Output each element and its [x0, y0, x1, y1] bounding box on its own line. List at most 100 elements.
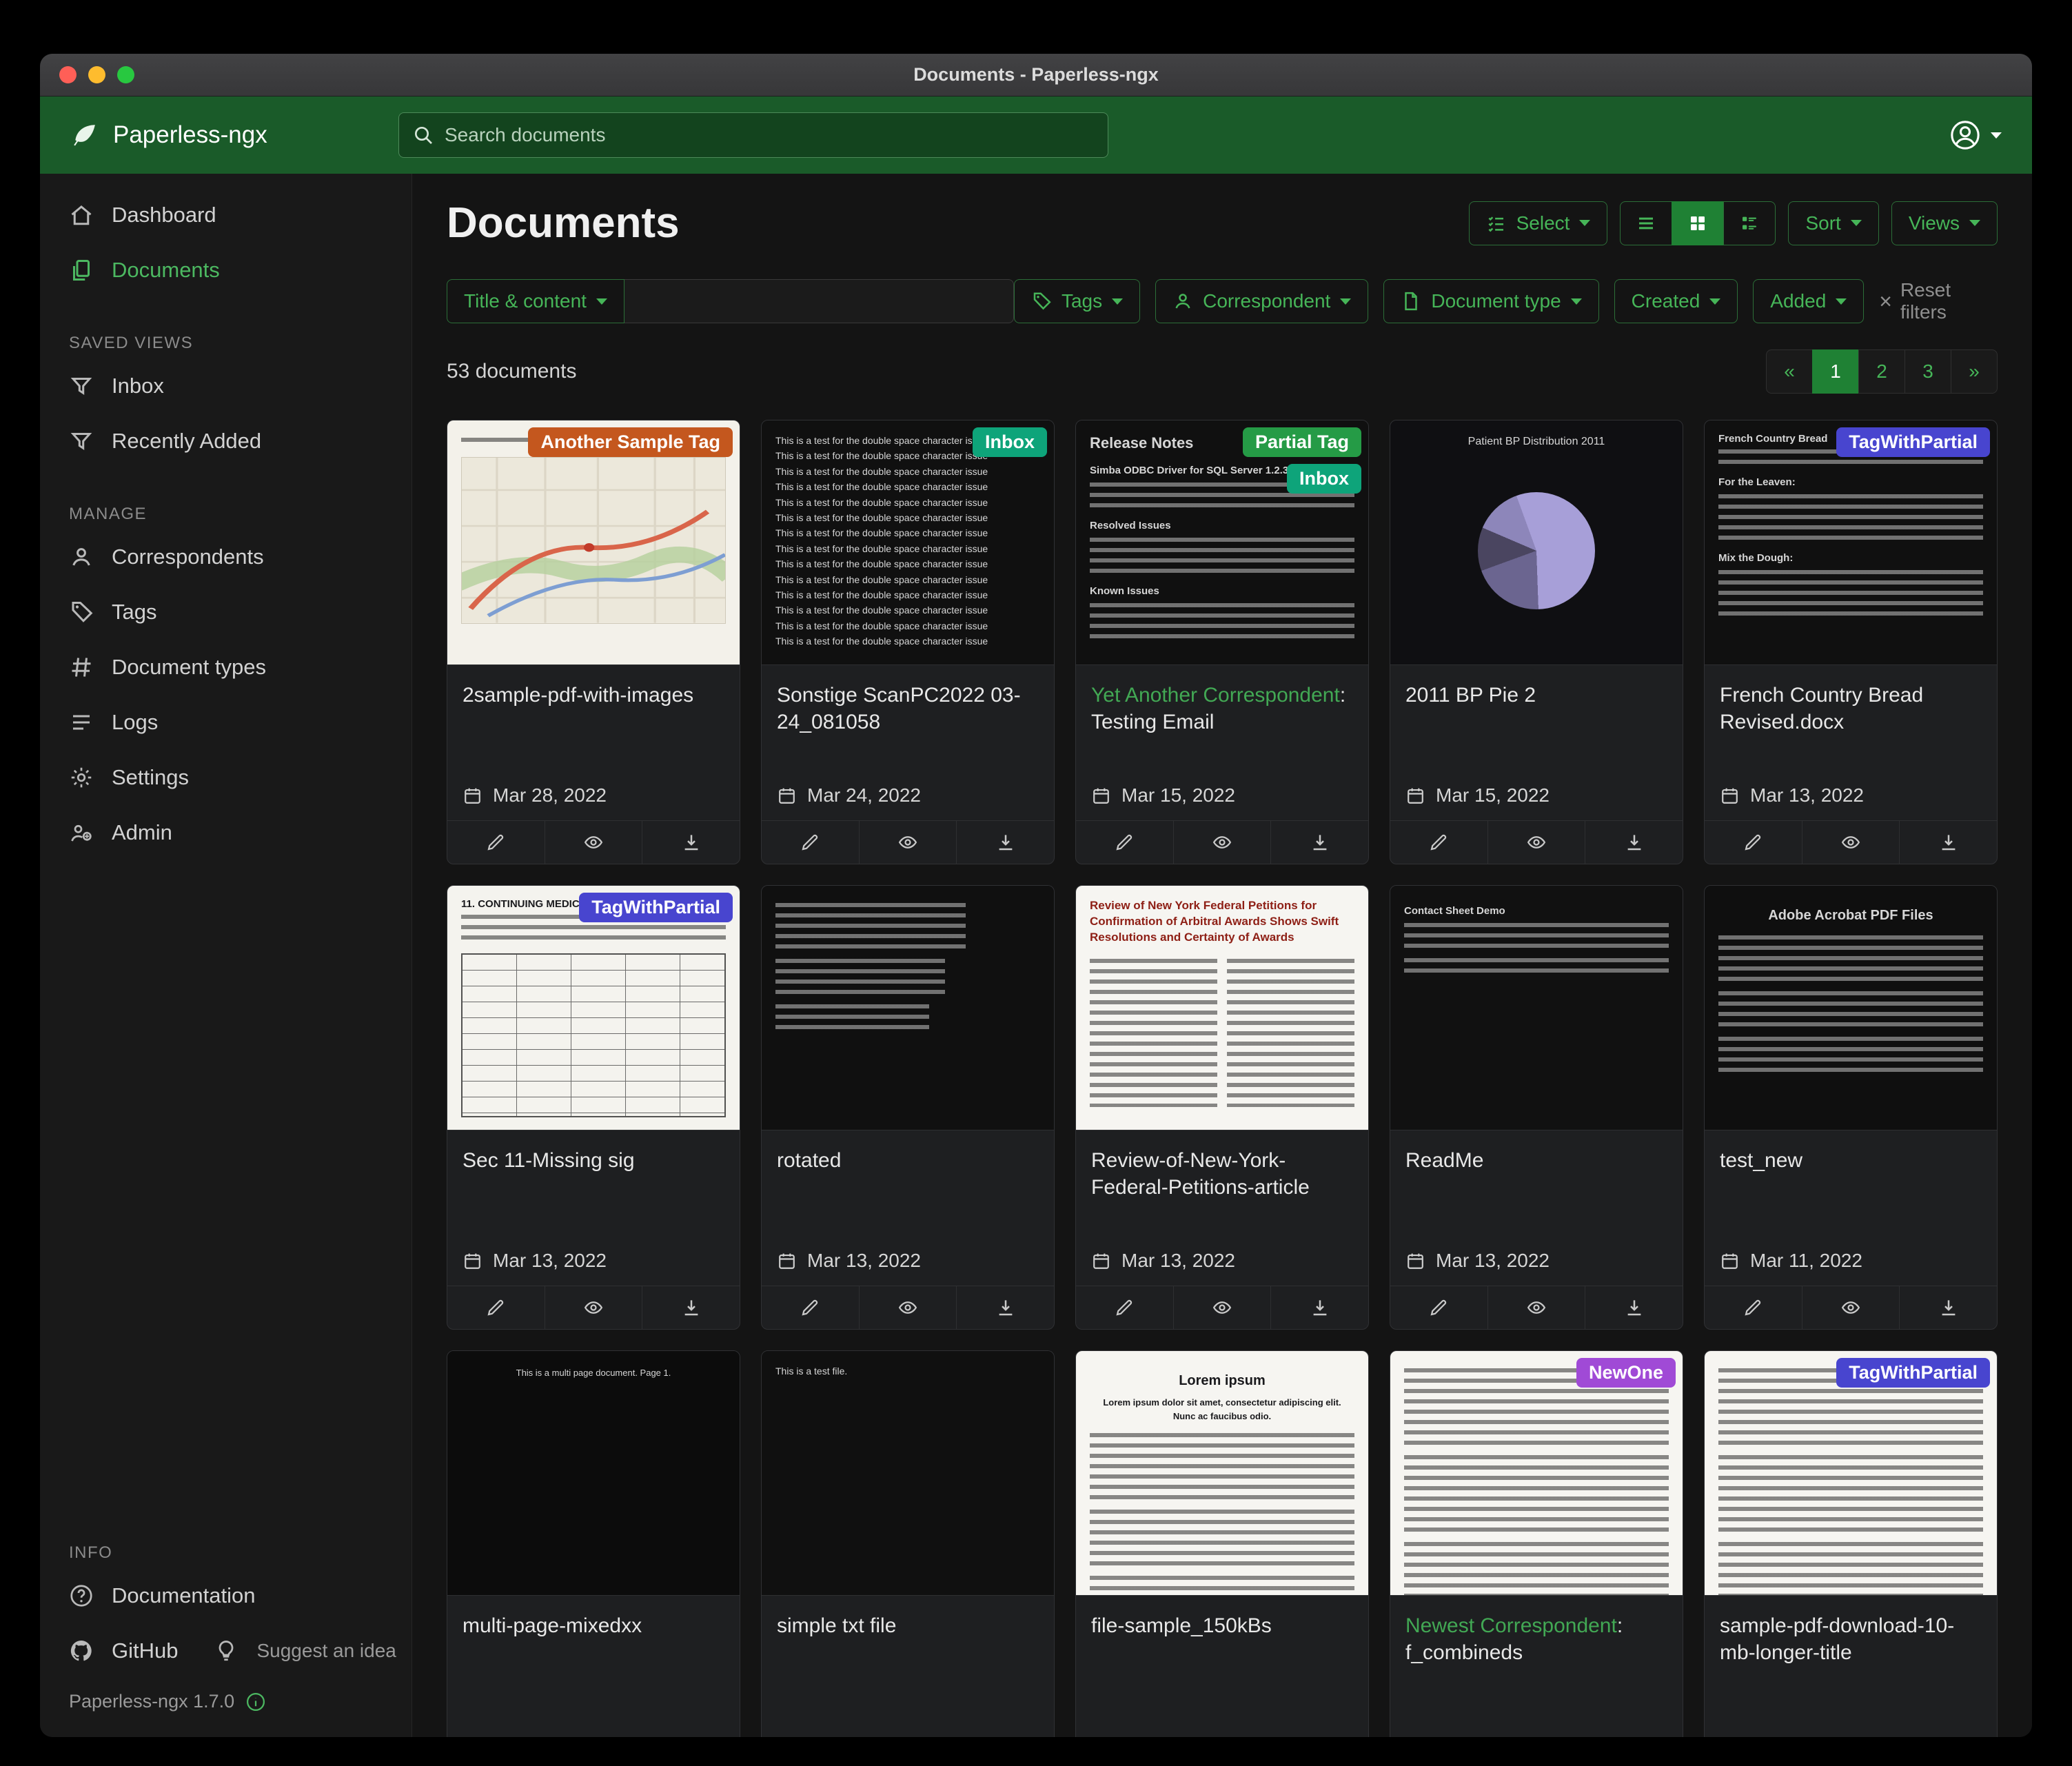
document-card[interactable]: Lorem ipsumLorem ipsum dolor sit amet, c…	[1075, 1350, 1369, 1737]
pagination-page-3[interactable]: 3	[1905, 349, 1951, 394]
pagination-page-2[interactable]: 2	[1858, 349, 1905, 394]
select-button[interactable]: Select	[1469, 201, 1608, 245]
sidebar-item-document-types[interactable]: Document types	[40, 640, 412, 695]
tag-tagwithpartial[interactable]: TagWithPartial	[1836, 1358, 1990, 1388]
document-title[interactable]: Review-of-New-York-Federal-Petitions-art…	[1091, 1147, 1353, 1201]
tags-filter-button[interactable]: Tags	[1014, 279, 1140, 323]
sidebar-item-documentation[interactable]: Documentation	[40, 1568, 412, 1623]
sidebar-item-correspondents[interactable]: Correspondents	[40, 529, 412, 585]
view-document-button[interactable]	[1802, 1286, 1900, 1329]
document-title[interactable]: French Country Bread Revised.docx	[1720, 682, 1982, 735]
document-card[interactable]: Patient BP Distribution 2011 2011 BP Pie…	[1390, 420, 1683, 864]
view-document-button[interactable]	[1487, 1286, 1585, 1329]
tag-inbox[interactable]: Inbox	[1287, 464, 1361, 494]
title-content-filter-button[interactable]: Title & content	[447, 279, 624, 323]
view-document-button[interactable]	[1173, 821, 1271, 864]
document-card[interactable]: This is a test file. simple txt file	[761, 1350, 1055, 1737]
added-filter-button[interactable]: Added	[1753, 279, 1864, 323]
edit-document-button[interactable]	[447, 1286, 545, 1329]
document-card[interactable]: NewOne Newest Correspondent: f_combineds	[1390, 1350, 1683, 1737]
view-document-button[interactable]	[1802, 821, 1900, 864]
download-document-button[interactable]	[956, 1286, 1054, 1329]
app-brand[interactable]: Paperless-ngx	[70, 121, 398, 150]
document-card[interactable]: Partial TagInbox Release NotesSimba ODBC…	[1075, 420, 1369, 864]
document-card[interactable]: rotated Mar 13, 2022	[761, 885, 1055, 1330]
tag-partial-tag[interactable]: Partial Tag	[1243, 427, 1361, 457]
document-thumbnail[interactable]: Partial TagInbox Release NotesSimba ODBC…	[1076, 420, 1368, 665]
edit-document-button[interactable]	[1076, 821, 1173, 864]
minimize-button[interactable]	[88, 66, 105, 83]
document-thumbnail[interactable]: Inbox This is a test for the double spac…	[762, 420, 1054, 665]
tag-tagwithpartial[interactable]: TagWithPartial	[579, 893, 733, 922]
document-correspondent[interactable]: Newest Correspondent	[1405, 1614, 1617, 1637]
views-button[interactable]: Views	[1891, 201, 1998, 245]
download-document-button[interactable]	[1899, 821, 1997, 864]
document-title[interactable]: test_new	[1720, 1147, 1982, 1174]
created-filter-button[interactable]: Created	[1614, 279, 1738, 323]
document-title[interactable]: multi-page-mixedxx	[463, 1612, 724, 1639]
title-content-filter-input[interactable]	[624, 279, 1014, 323]
sidebar-item-admin[interactable]: Admin	[40, 805, 412, 860]
download-document-button[interactable]	[1585, 1286, 1683, 1329]
document-card[interactable]: Inbox This is a test for the double spac…	[761, 420, 1055, 864]
edit-document-button[interactable]	[1390, 821, 1487, 864]
document-title[interactable]: 2011 BP Pie 2	[1405, 682, 1667, 709]
document-thumbnail[interactable]: TagWithPartial 11. CONTINUING MEDICAL ED…	[447, 886, 740, 1130]
document-title[interactable]: rotated	[777, 1147, 1039, 1174]
document-correspondent[interactable]: Yet Another Correspondent	[1091, 684, 1340, 707]
document-card[interactable]: Contact Sheet Demo ReadMe Mar 13, 2022	[1390, 885, 1683, 1330]
document-card[interactable]: Review of New York Federal Petitions for…	[1075, 885, 1369, 1330]
download-document-button[interactable]	[642, 1286, 740, 1329]
sidebar-item-settings[interactable]: Settings	[40, 750, 412, 805]
tag-tagwithpartial[interactable]: TagWithPartial	[1836, 427, 1990, 457]
search-input[interactable]	[398, 112, 1108, 158]
close-button[interactable]	[59, 66, 77, 83]
document-thumbnail[interactable]: TagWithPartial	[1705, 1351, 1997, 1596]
sidebar-item-github[interactable]: GitHub	[40, 1623, 185, 1678]
info-circle-icon[interactable]	[245, 1692, 266, 1712]
download-document-button[interactable]	[642, 821, 740, 864]
download-document-button[interactable]	[1270, 1286, 1368, 1329]
document-thumbnail[interactable]: This is a multi page document. Page 1.	[447, 1351, 740, 1596]
edit-document-button[interactable]	[1390, 1286, 1487, 1329]
pagination-next-button[interactable]: »	[1951, 349, 1998, 394]
document-title[interactable]: ReadMe	[1405, 1147, 1667, 1174]
sort-button[interactable]: Sort	[1788, 201, 1878, 245]
grid-view-button[interactable]	[1672, 201, 1724, 245]
zoom-button[interactable]	[117, 66, 134, 83]
document-title[interactable]: file-sample_150kBs	[1091, 1612, 1353, 1639]
document-title[interactable]: Newest Correspondent: f_combineds	[1405, 1612, 1667, 1666]
edit-document-button[interactable]	[762, 821, 859, 864]
edit-document-button[interactable]	[1705, 1286, 1802, 1329]
document-thumbnail[interactable]: NewOne	[1390, 1351, 1683, 1596]
document-title[interactable]: Sec 11-Missing sig	[463, 1147, 724, 1174]
edit-document-button[interactable]	[1076, 1286, 1173, 1329]
document-card[interactable]: Adobe Acrobat PDF Files test_new Mar 11,…	[1704, 885, 1998, 1330]
details-view-button[interactable]	[1723, 201, 1776, 245]
document-title[interactable]: simple txt file	[777, 1612, 1039, 1639]
pagination-prev-button[interactable]: «	[1766, 349, 1813, 394]
document-card[interactable]: TagWithPartial French Country BreadFor t…	[1704, 420, 1998, 864]
view-document-button[interactable]	[859, 1286, 957, 1329]
sidebar-item-recently-added[interactable]: Recently Added	[40, 414, 412, 469]
edit-document-button[interactable]	[447, 821, 545, 864]
pagination-page-1[interactable]: 1	[1812, 349, 1859, 394]
download-document-button[interactable]	[956, 821, 1054, 864]
sidebar-item-tags[interactable]: Tags	[40, 585, 412, 640]
correspondent-filter-button[interactable]: Correspondent	[1155, 279, 1368, 323]
view-document-button[interactable]	[545, 821, 642, 864]
sidebar-item-documents[interactable]: Documents	[40, 243, 412, 298]
tag-inbox[interactable]: Inbox	[973, 427, 1047, 457]
document-thumbnail[interactable]: Contact Sheet Demo	[1390, 886, 1683, 1130]
download-document-button[interactable]	[1270, 821, 1368, 864]
document-thumbnail[interactable]: Lorem ipsumLorem ipsum dolor sit amet, c…	[1076, 1351, 1368, 1596]
document-title[interactable]: sample-pdf-download-10-mb-longer-title	[1720, 1612, 1982, 1666]
edit-document-button[interactable]	[1705, 821, 1802, 864]
reset-filters-button[interactable]: × Reset filters	[1879, 279, 1998, 323]
document-thumbnail[interactable]	[762, 886, 1054, 1130]
document-thumbnail[interactable]: Review of New York Federal Petitions for…	[1076, 886, 1368, 1130]
document-card[interactable]: This is a multi page document. Page 1. m…	[447, 1350, 740, 1737]
user-menu[interactable]	[1949, 119, 2002, 151]
document-title[interactable]: 2sample-pdf-with-images	[463, 682, 724, 709]
document-thumbnail[interactable]: Adobe Acrobat PDF Files	[1705, 886, 1997, 1130]
